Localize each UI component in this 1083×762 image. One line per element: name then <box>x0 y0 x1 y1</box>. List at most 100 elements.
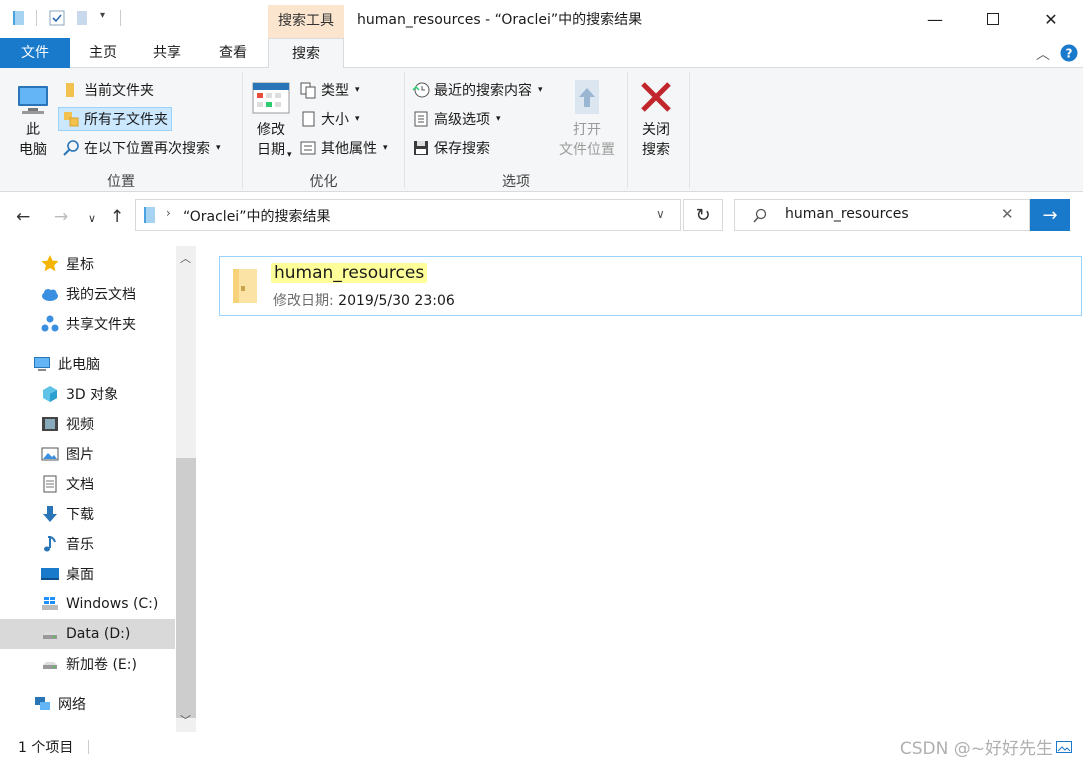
scroll-up-icon[interactable]: ︿ <box>180 250 191 266</box>
recent-locations-button[interactable]: ∨ <box>88 212 96 225</box>
refresh-button[interactable]: ↻ <box>683 199 723 231</box>
minimize-button[interactable]: — <box>906 0 964 38</box>
properties-icon[interactable] <box>48 9 66 27</box>
nav-item[interactable]: 文档 <box>0 469 175 499</box>
nav-item[interactable]: 下载 <box>0 499 175 529</box>
nav-item-label: 音乐 <box>66 537 94 553</box>
tab-file[interactable]: 文件 <box>0 38 70 68</box>
maximize-button[interactable] <box>964 0 1022 38</box>
save-icon <box>414 141 428 155</box>
star-icon <box>40 254 60 274</box>
download-icon <box>40 504 60 524</box>
video-icon <box>40 414 60 434</box>
chevron-down-icon: ▾ <box>355 114 360 124</box>
open-file-location-button[interactable]: 打开 文件位置 <box>554 76 620 166</box>
drive-icon <box>40 654 60 674</box>
search-input[interactable]: human_resources <box>785 206 909 222</box>
other-properties-label: 其他属性 <box>321 141 377 157</box>
nav-item[interactable]: 图片 <box>0 439 175 469</box>
current-folder-button[interactable]: 当前文件夹 <box>62 78 154 102</box>
nav-item[interactable]: 共享文件夹 <box>0 309 175 339</box>
nav-item-label: 视频 <box>66 417 94 433</box>
drive-icon <box>40 624 60 644</box>
large-icons-view-icon[interactable] <box>1056 741 1072 753</box>
folder-icon <box>233 269 257 303</box>
tab-search[interactable]: 搜索 <box>268 38 344 69</box>
minimize-icon: — <box>927 9 943 29</box>
nav-scrollbar[interactable]: ︿ ﹀ <box>176 246 196 732</box>
nav-item[interactable]: 新加卷 (E:) <box>0 649 175 679</box>
nav-item-label: Windows (C:) <box>66 596 159 612</box>
status-bar: 1 个项目 CSDN @~好好先生 <box>0 732 1083 762</box>
size-button[interactable]: 大小 ▾ <box>299 107 360 131</box>
open-location-icon <box>575 80 599 114</box>
help-icon[interactable]: ? <box>1060 44 1078 62</box>
search-go-button[interactable]: → <box>1030 199 1070 231</box>
other-properties-button[interactable]: 其他属性 ▾ <box>299 136 388 160</box>
forward-button[interactable]: → <box>54 207 68 227</box>
size-icon <box>302 111 315 127</box>
clear-search-button[interactable]: ✕ <box>1001 205 1014 223</box>
svg-text:?: ? <box>1066 47 1073 61</box>
nav-item-label: 网络 <box>58 697 86 713</box>
location-group-label: 位置 <box>107 174 135 190</box>
search-box[interactable]: human_resources ✕ <box>734 199 1030 231</box>
current-folder-label: 当前文件夹 <box>84 83 154 99</box>
nav-item[interactable]: 网络 <box>0 689 175 719</box>
tab-share[interactable]: 共享 <box>144 38 190 68</box>
close-window-button[interactable]: ✕ <box>1022 0 1080 38</box>
nav-item-label: Data (D:) <box>66 626 131 642</box>
kind-button[interactable]: 类型 ▾ <box>299 78 360 102</box>
search-folder-icon <box>144 207 155 223</box>
collapse-ribbon-icon[interactable]: ︿ <box>1036 44 1050 64</box>
results-pane: human_resources 修改日期: 2019/5/30 23:06 <box>196 246 1083 732</box>
maximize-icon <box>987 13 999 25</box>
new-folder-icon[interactable] <box>74 9 92 27</box>
scroll-thumb[interactable] <box>176 458 196 718</box>
nav-item[interactable]: 视频 <box>0 409 175 439</box>
search-again-button[interactable]: 在以下位置再次搜索 ▾ <box>62 136 221 160</box>
quick-access-dropdown-icon[interactable]: ▾ <box>100 10 105 21</box>
nav-item[interactable]: 音乐 <box>0 529 175 559</box>
up-button[interactable]: ↑ <box>110 207 124 227</box>
nav-item[interactable]: Data (D:) <box>0 619 175 649</box>
chevron-down-icon: ▾ <box>287 150 292 160</box>
item-count: 1 个项目 <box>18 740 74 756</box>
watermark: CSDN @~好好先生 <box>899 739 1053 759</box>
save-search-button[interactable]: 保存搜索 <box>412 136 490 160</box>
result-name: human_resources <box>271 263 428 283</box>
tab-home[interactable]: 主页 <box>80 38 126 68</box>
nav-item[interactable]: 桌面 <box>0 559 175 589</box>
navigation-row: ← → ∨ ↑ › “Oraclei”中的搜索结果 ∨ ↻ human_reso… <box>0 193 1083 246</box>
scroll-down-icon[interactable]: ﹀ <box>180 712 191 728</box>
advanced-options-label: 高级选项 <box>434 112 490 128</box>
nav-item[interactable]: 我的云文档 <box>0 279 175 309</box>
nav-item[interactable]: 星标 <box>0 249 175 279</box>
result-date: 修改日期: 2019/5/30 23:06 <box>273 290 455 310</box>
back-button[interactable]: ← <box>16 207 30 227</box>
nav-item[interactable]: Windows (C:) <box>0 589 175 619</box>
result-item[interactable]: human_resources 修改日期: 2019/5/30 23:06 <box>219 256 1082 316</box>
this-pc-button[interactable]: 此 电脑 <box>10 76 56 166</box>
recent-searches-button[interactable]: 最近的搜索内容 ▾ <box>412 78 543 102</box>
result-date-label: 修改日期: <box>273 293 334 309</box>
tab-view[interactable]: 查看 <box>210 38 256 68</box>
address-bar[interactable]: › “Oraclei”中的搜索结果 ∨ <box>135 199 681 231</box>
properties-icon <box>300 141 316 155</box>
breadcrumb-chevron-icon: › <box>166 206 171 220</box>
close-search-button[interactable]: 关闭 搜索 <box>633 76 679 166</box>
advanced-options-button[interactable]: 高级选项 ▾ <box>412 107 501 131</box>
refine-group-label: 优化 <box>309 174 338 190</box>
nav-item-label: 星标 <box>66 257 94 273</box>
nav-item-label: 桌面 <box>66 567 94 583</box>
date-modified-button[interactable]: 修改 日期 ▾ <box>248 76 294 166</box>
all-subfolders-button[interactable]: 所有子文件夹 <box>58 107 172 131</box>
all-subfolders-label: 所有子文件夹 <box>84 112 168 128</box>
chevron-down-icon: ▾ <box>538 85 543 95</box>
nav-item[interactable]: 此电脑 <box>0 349 175 379</box>
address-dropdown-icon[interactable]: ∨ <box>656 207 665 221</box>
nav-item-label: 此电脑 <box>58 357 100 373</box>
nav-item[interactable]: 3D 对象 <box>0 379 175 409</box>
address-path: “Oraclei”中的搜索结果 <box>183 209 331 225</box>
search-tools-context-header: 搜索工具 <box>268 5 344 38</box>
